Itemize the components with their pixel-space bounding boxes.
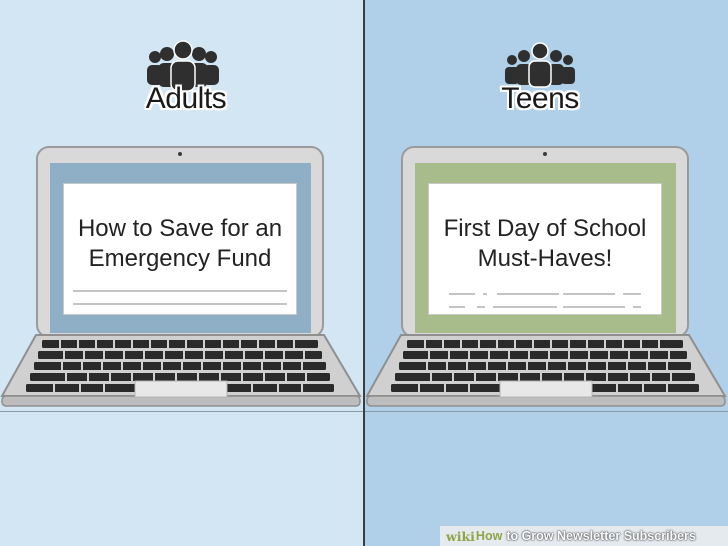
horizon-line-left (0, 411, 363, 412)
article-title: First Day of School Must-Haves! (443, 215, 647, 272)
article-card-teens: First Day of School Must-Haves! (428, 183, 662, 315)
watermark-title: to Grow Newsletter Subscribers (506, 529, 696, 543)
audience-label-teens: Teens (501, 82, 579, 115)
watermark-wiki: wiki (446, 528, 475, 544)
horizon-line-right (365, 411, 728, 412)
watermark-how: How (475, 529, 503, 543)
audience-label-adults: Adults (145, 82, 227, 115)
article-title: How to Save for an Emergency Fund (77, 215, 283, 272)
article-card-adults: How to Save for an Emergency Fund (63, 183, 297, 315)
text-lines (73, 290, 287, 305)
wikihow-watermark: wiki How to Grow Newsletter Subscribers (440, 526, 728, 546)
text-lines (449, 293, 641, 308)
